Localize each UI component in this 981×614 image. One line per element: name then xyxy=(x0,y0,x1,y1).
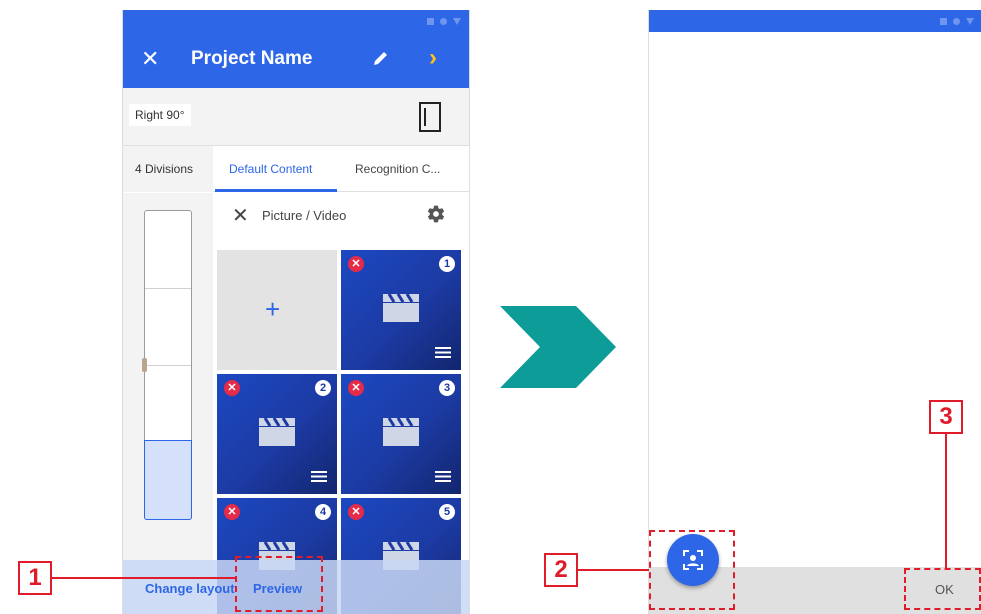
division-divider xyxy=(145,288,191,289)
tab-default-content[interactable]: Default Content xyxy=(229,162,312,176)
left-phone-screen: ✕ Project Name › Right 90° 4 Divisions D… xyxy=(122,10,470,614)
wifi-icon xyxy=(953,17,960,25)
signal-icon xyxy=(940,17,947,25)
transition-arrow-icon xyxy=(500,306,616,388)
right-phone-screen: OK xyxy=(648,10,981,614)
rotation-label[interactable]: Right 90° xyxy=(129,104,191,126)
rotation-row: Right 90° xyxy=(123,88,469,146)
add-content-cell[interactable]: + xyxy=(217,250,337,370)
tab-divisions[interactable]: 4 Divisions xyxy=(123,146,213,192)
delete-icon[interactable]: ✕ xyxy=(348,504,364,520)
drag-handle-icon[interactable] xyxy=(311,471,327,482)
slider-handle[interactable] xyxy=(142,358,147,372)
status-bar xyxy=(649,10,981,32)
tab-recognition-content[interactable]: Recognition C... xyxy=(355,162,440,176)
callout-1-number: 1 xyxy=(18,561,52,595)
battery-icon xyxy=(966,17,974,25)
pencil-icon[interactable] xyxy=(371,48,391,68)
callout-3-leader xyxy=(945,434,947,568)
order-badge: 1 xyxy=(439,256,455,272)
delete-icon[interactable]: ✕ xyxy=(348,380,364,396)
remove-content-icon[interactable]: ✕ xyxy=(232,203,249,228)
content-header: ✕ Picture / Video xyxy=(214,193,469,239)
project-title: Project Name xyxy=(191,48,313,69)
callout-1-highlight xyxy=(235,556,323,612)
close-icon[interactable]: ✕ xyxy=(141,46,159,72)
preview-canvas xyxy=(649,32,981,614)
tabs-row: 4 Divisions Default Content Recognition … xyxy=(123,146,469,192)
media-cell[interactable]: ✕ 2 xyxy=(217,374,337,494)
media-cell[interactable]: ✕ 1 xyxy=(341,250,461,370)
drag-handle-icon[interactable] xyxy=(435,471,451,482)
clapperboard-icon xyxy=(383,294,419,322)
division-slider[interactable] xyxy=(142,210,192,520)
wifi-icon xyxy=(440,17,447,25)
clapperboard-icon xyxy=(259,418,295,446)
signal-icon xyxy=(427,17,434,25)
callout-3-number: 3 xyxy=(929,400,963,434)
order-badge: 2 xyxy=(315,380,331,396)
gear-icon[interactable] xyxy=(426,204,446,224)
content-area: ✕ Picture / Video + ✕ 1 ✕ 2 ✕ 3 ✕ 4 ✕ 5 xyxy=(214,193,469,614)
delete-icon[interactable]: ✕ xyxy=(224,504,240,520)
callout-2-number: 2 xyxy=(544,553,578,587)
order-badge: 4 xyxy=(315,504,331,520)
selected-division[interactable] xyxy=(144,440,192,520)
order-badge: 5 xyxy=(439,504,455,520)
order-badge: 3 xyxy=(439,380,455,396)
content-type-label: Picture / Video xyxy=(262,208,347,223)
battery-icon xyxy=(453,17,461,25)
change-layout-button[interactable]: Change layout xyxy=(145,581,235,596)
callout-2-leader xyxy=(578,569,649,571)
plus-icon: + xyxy=(265,294,281,324)
app-bar: ✕ Project Name › xyxy=(123,32,469,88)
callout-1-leader xyxy=(52,577,235,579)
portrait-orientation-icon[interactable] xyxy=(419,102,441,132)
callout-3-highlight xyxy=(904,568,981,610)
delete-icon[interactable]: ✕ xyxy=(224,380,240,396)
callout-2-highlight xyxy=(649,530,735,610)
chevron-right-icon[interactable]: › xyxy=(429,44,437,72)
clapperboard-icon xyxy=(383,418,419,446)
delete-icon[interactable]: ✕ xyxy=(348,256,364,272)
division-divider xyxy=(145,365,191,366)
status-bar xyxy=(123,10,469,32)
media-cell[interactable]: ✕ 3 xyxy=(341,374,461,494)
division-panel xyxy=(123,193,213,614)
drag-handle-icon[interactable] xyxy=(435,347,451,358)
active-tab-indicator xyxy=(215,189,337,192)
